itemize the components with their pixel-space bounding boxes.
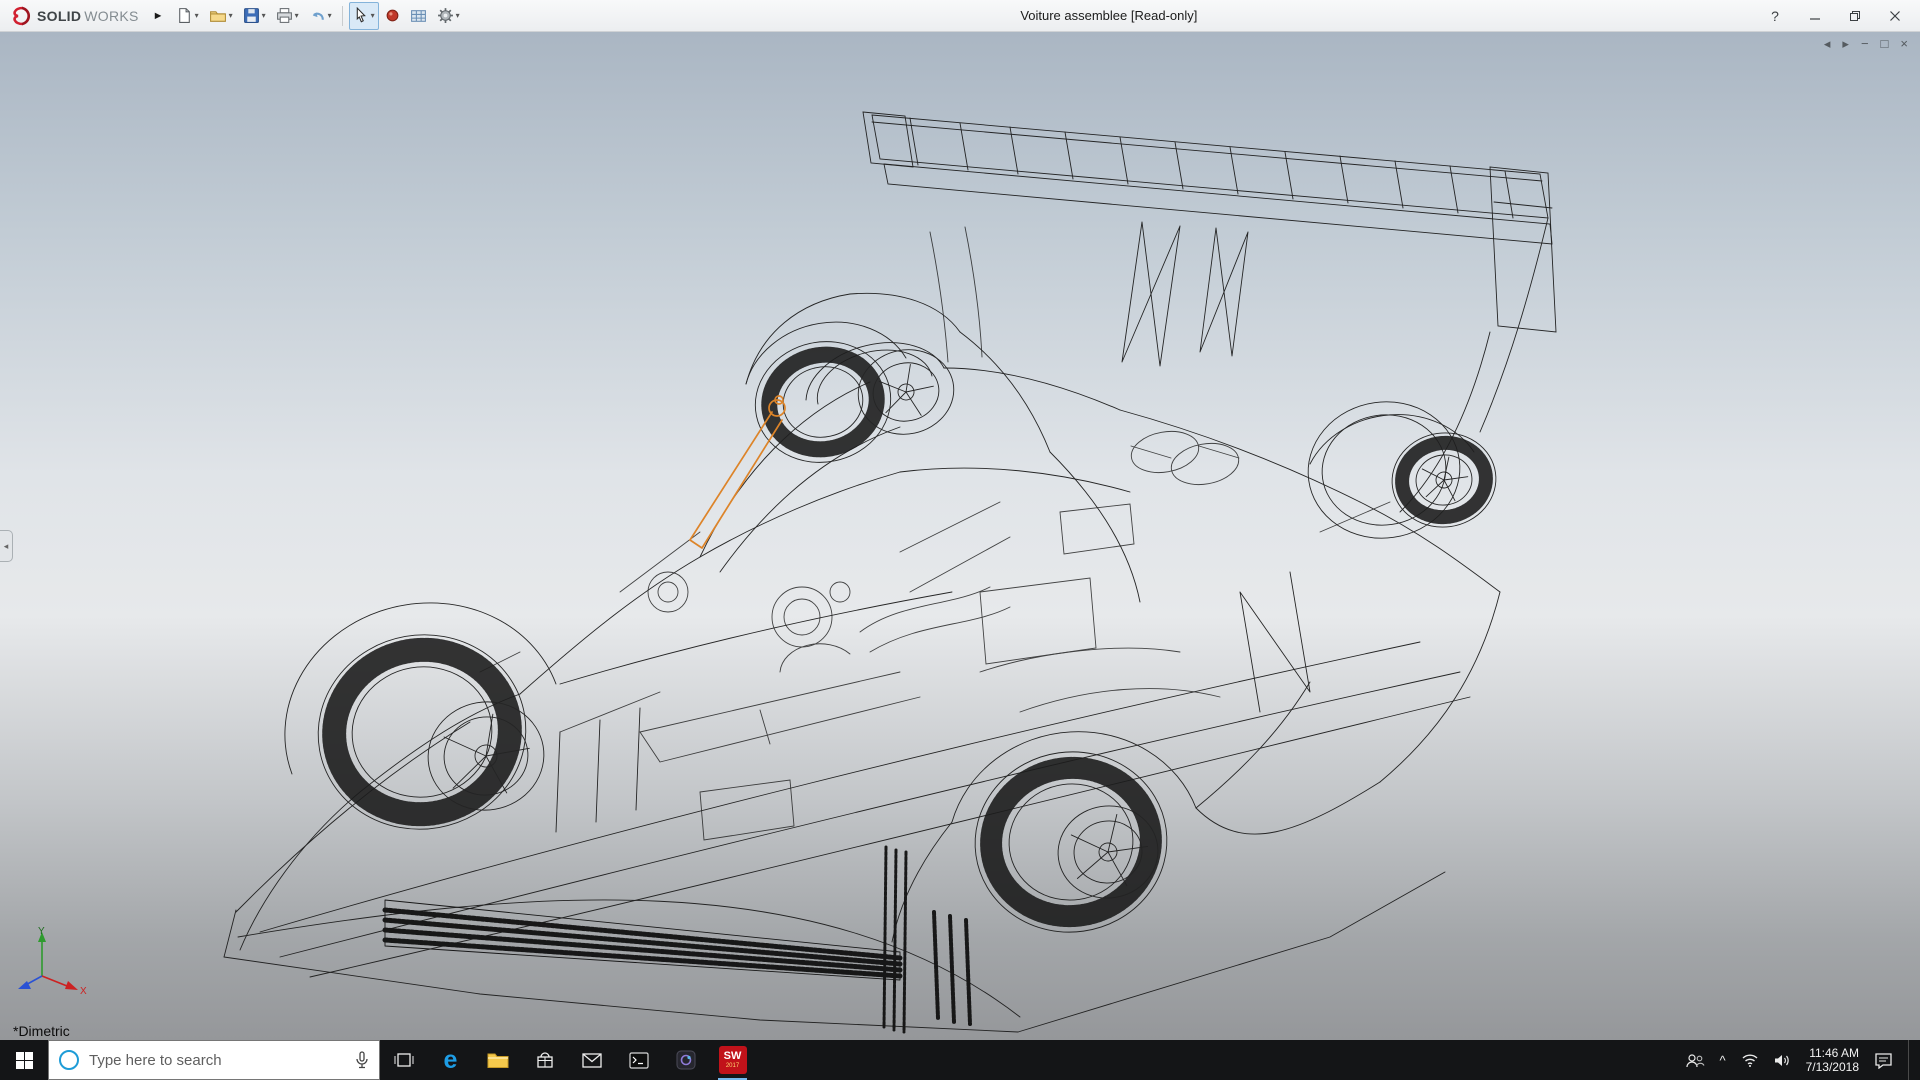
start-button[interactable] bbox=[0, 1040, 48, 1080]
undo-arrow-icon bbox=[309, 7, 326, 24]
display-settings-button[interactable] bbox=[406, 2, 431, 30]
restore-down-icon bbox=[1849, 10, 1861, 22]
network-icon[interactable] bbox=[1741, 1053, 1759, 1067]
save-button[interactable]: ▾ bbox=[239, 2, 270, 30]
wireframe-car-model[interactable] bbox=[0, 32, 1920, 1040]
task-view-icon bbox=[394, 1052, 414, 1068]
dropdown-caret-icon[interactable]: ▾ bbox=[456, 11, 460, 20]
action-center-icon[interactable] bbox=[1874, 1052, 1893, 1069]
options-button[interactable]: ▾ bbox=[433, 2, 464, 30]
new-document-icon bbox=[176, 7, 193, 24]
clock-date: 7/13/2018 bbox=[1806, 1060, 1859, 1074]
system-tray: ^ 11:46 AM 7/13/2018 bbox=[1679, 1040, 1920, 1080]
triad-y-label: Y bbox=[38, 926, 45, 937]
red-tool-icon bbox=[385, 8, 400, 23]
brand-text-works: WORKS bbox=[84, 8, 138, 24]
orientation-triad: Y X bbox=[10, 924, 94, 996]
close-document-icon[interactable]: × bbox=[1900, 36, 1908, 52]
store-icon bbox=[536, 1051, 554, 1069]
command-prompt-button[interactable] bbox=[615, 1040, 662, 1080]
show-desktop-button[interactable] bbox=[1908, 1040, 1914, 1080]
taskbar-search-box[interactable] bbox=[48, 1040, 380, 1080]
car-body-lines[interactable] bbox=[236, 218, 1548, 950]
wheel-front-left[interactable] bbox=[303, 618, 553, 845]
solidworks-2017-icon: SW 2017 bbox=[719, 1046, 747, 1074]
solidworks-window: SOLIDWORKS ► ▾ ▾ bbox=[0, 0, 1920, 1080]
printer-icon bbox=[276, 7, 293, 24]
solidworks-logo: SOLIDWORKS bbox=[4, 6, 145, 26]
edge-button[interactable]: e bbox=[427, 1040, 474, 1080]
options-gear-icon bbox=[437, 7, 454, 24]
print-button[interactable]: ▾ bbox=[272, 2, 303, 30]
search-input[interactable] bbox=[79, 1052, 355, 1069]
open-document-button[interactable]: ▾ bbox=[205, 2, 237, 30]
task-view-button[interactable] bbox=[380, 1040, 427, 1080]
flyout-arrow-icon: ◂ bbox=[4, 541, 9, 552]
cortana-icon bbox=[59, 1050, 79, 1070]
people-icon[interactable] bbox=[1685, 1053, 1705, 1068]
mail-icon bbox=[582, 1053, 602, 1068]
select-tool-button[interactable]: ▾ bbox=[349, 2, 379, 30]
title-bar: SOLIDWORKS ► ▾ ▾ bbox=[0, 0, 1920, 32]
view-orientation-label: *Dimetric bbox=[13, 1023, 70, 1039]
wheel-front-right[interactable] bbox=[744, 329, 962, 475]
restore-button[interactable] bbox=[1846, 7, 1864, 25]
collapse-right-pane-icon[interactable]: ▸ bbox=[1842, 36, 1849, 52]
wheel-rear-left[interactable] bbox=[963, 740, 1178, 945]
close-icon bbox=[1889, 10, 1901, 22]
file-explorer-button[interactable] bbox=[474, 1040, 521, 1080]
triad-x-label: X bbox=[80, 986, 87, 996]
edge-icon: e bbox=[444, 1048, 458, 1073]
wheel-rear-right[interactable] bbox=[1299, 392, 1502, 548]
quick-access-toolbar: ▾ ▾ ▾ bbox=[172, 2, 464, 30]
command-prompt-icon bbox=[629, 1052, 649, 1069]
taskbar-clock[interactable]: 11:46 AM 7/13/2018 bbox=[1806, 1046, 1859, 1074]
toolbar-expand-button[interactable]: ► bbox=[145, 10, 172, 22]
select-cursor-icon bbox=[353, 7, 369, 24]
car-interior-lines[interactable] bbox=[480, 227, 1390, 840]
window-controls: ? bbox=[1754, 7, 1916, 25]
undo-button[interactable]: ▾ bbox=[305, 2, 336, 30]
new-document-button[interactable]: ▾ bbox=[172, 2, 203, 30]
dark-app-icon bbox=[676, 1050, 696, 1070]
dropdown-caret-icon[interactable]: ▾ bbox=[295, 11, 299, 20]
file-explorer-icon bbox=[487, 1051, 509, 1069]
microphone-icon[interactable] bbox=[355, 1051, 369, 1069]
minimize-button[interactable] bbox=[1806, 7, 1824, 25]
tray-expand-caret-icon[interactable]: ^ bbox=[1720, 1053, 1726, 1068]
left-panel-flyout-tab[interactable]: ◂ bbox=[0, 530, 13, 562]
display-settings-icon bbox=[410, 8, 427, 24]
dropdown-caret-icon[interactable]: ▾ bbox=[195, 11, 199, 20]
dropdown-caret-icon[interactable]: ▾ bbox=[229, 11, 233, 20]
document-title: Voiture assemblee [Read-only] bbox=[464, 8, 1754, 23]
toolbar-separator bbox=[342, 6, 343, 26]
rebuild-tool-button[interactable] bbox=[381, 2, 404, 30]
windows-taskbar: e bbox=[0, 1040, 1920, 1080]
minimize-document-icon[interactable]: − bbox=[1861, 36, 1869, 52]
mail-button[interactable] bbox=[568, 1040, 615, 1080]
graphics-viewport[interactable]: ◂ ▸ − □ × ◂ Y X *Dimetric bbox=[0, 32, 1920, 1040]
save-floppy-icon bbox=[243, 7, 260, 24]
dropdown-caret-icon[interactable]: ▾ bbox=[262, 11, 266, 20]
restore-document-icon[interactable]: □ bbox=[1881, 36, 1889, 52]
front-splitter-mesh[interactable] bbox=[385, 847, 970, 1032]
store-button[interactable] bbox=[521, 1040, 568, 1080]
help-button[interactable]: ? bbox=[1766, 7, 1784, 25]
brand-text-solid: SOLID bbox=[37, 8, 81, 24]
collapse-left-pane-icon[interactable]: ◂ bbox=[1824, 36, 1831, 52]
minimize-icon bbox=[1809, 10, 1821, 22]
clock-time: 11:46 AM bbox=[1809, 1046, 1859, 1060]
open-folder-icon bbox=[209, 7, 227, 24]
dropdown-caret-icon[interactable]: ▾ bbox=[371, 11, 375, 20]
solidworks-swirl-icon bbox=[10, 6, 34, 26]
solidworks-taskbar-button[interactable]: SW 2017 bbox=[709, 1040, 756, 1080]
document-window-controls: ◂ ▸ − □ × bbox=[1824, 36, 1908, 52]
dropdown-caret-icon[interactable]: ▾ bbox=[328, 11, 332, 20]
volume-icon[interactable] bbox=[1774, 1053, 1791, 1068]
windows-logo-icon bbox=[16, 1052, 33, 1069]
close-button[interactable] bbox=[1886, 7, 1904, 25]
dark-app-button[interactable] bbox=[662, 1040, 709, 1080]
